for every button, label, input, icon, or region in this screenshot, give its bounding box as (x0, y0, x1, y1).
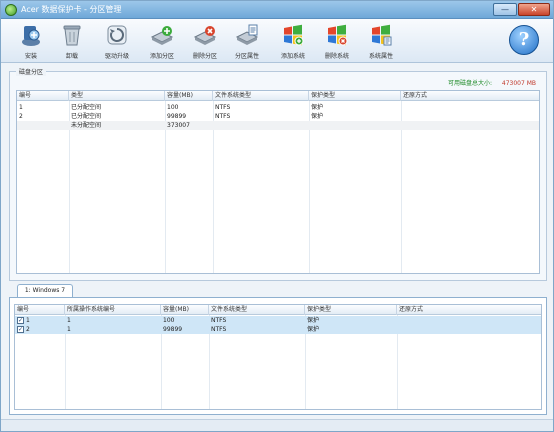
system-partition-table[interactable]: 编号 所属操作系统编号 容量(MB) 文件系统类型 保护类型 还原方式 ✓ 1 … (14, 304, 542, 410)
cell-filesystem: NTFS (215, 104, 231, 111)
column-header-capacity[interactable]: 容量(MB) (161, 305, 209, 315)
cell-type: 已分配空间 (71, 104, 102, 111)
cell-capacity: 100 (167, 104, 179, 111)
toolbar-label: 分区属性 (234, 53, 259, 60)
cell-number-value: 1 (26, 317, 30, 324)
cell-protection: 保护 (307, 317, 320, 324)
column-header-protection[interactable]: 保护类型 (305, 305, 397, 315)
add-partition-button[interactable]: 添加分区 (142, 21, 182, 61)
cell-restore (401, 112, 539, 121)
column-header-number[interactable]: 编号 (15, 305, 65, 315)
close-button[interactable]: ✕ (518, 3, 550, 16)
system-properties-icon (372, 24, 392, 46)
cell-capacity: 99899 (167, 113, 187, 120)
cell-type: 未分配空间 (71, 122, 102, 129)
partition-properties-icon (235, 24, 259, 45)
table-row[interactable]: ✓ 2 1 99899 NTFS 保护 (15, 325, 541, 334)
cell-capacity: 99899 (163, 326, 183, 333)
driver-upgrade-button[interactable]: 驱动升级 (97, 21, 137, 61)
delete-partition-button[interactable]: 删除分区 (185, 21, 225, 61)
delete-system-button[interactable]: 删除系统 (317, 21, 357, 61)
column-header-restore[interactable]: 还原方式 (401, 91, 539, 101)
cell-number: 1 (19, 104, 23, 111)
cell-restore (401, 103, 539, 112)
table-row[interactable]: 2 已分配空间 99899 NTFS 保护 (17, 112, 539, 121)
cell-number: ✓ 2 (15, 325, 65, 334)
system-tab-panel: 编号 所属操作系统编号 容量(MB) 文件系统类型 保护类型 还原方式 ✓ 1 … (9, 297, 547, 415)
cell-os-number: 1 (67, 317, 71, 324)
install-button[interactable]: 安装 (11, 21, 51, 61)
cell-restore (401, 121, 539, 130)
cell-protection: 保护 (311, 104, 324, 111)
cell-type: 已分配空间 (71, 113, 102, 120)
system-properties-button[interactable]: 系统属性 (361, 21, 401, 61)
disk-partition-group-label: 磁盘分区 (16, 67, 47, 76)
system-table-header: 编号 所属操作系统编号 容量(MB) 文件系统类型 保护类型 还原方式 (15, 305, 541, 315)
toolbar-label: 驱动升级 (104, 53, 129, 60)
add-partition-icon (150, 26, 174, 45)
toolbar-label: 安装 (24, 53, 37, 60)
column-header-restore[interactable]: 还原方式 (397, 305, 541, 315)
title-bar[interactable]: Acer 数据保护卡 - 分区管理 — ✕ (1, 1, 553, 19)
cell-filesystem (213, 121, 309, 130)
disk-partition-group: 磁盘分区 可用磁盘总大小: 473007 MB 编号 类型 容量(MB) 文件系… (9, 67, 547, 281)
cell-capacity: 373007 (167, 122, 190, 129)
cell-restore (397, 325, 541, 334)
available-disk-size: 可用磁盘总大小: 473007 MB (448, 78, 536, 87)
partition-table[interactable]: 编号 类型 容量(MB) 文件系统类型 保护类型 还原方式 1 已分配空间 10… (16, 90, 540, 274)
delete-system-icon (328, 24, 348, 46)
upgrade-icon (107, 25, 127, 45)
toolbar-label: 删除系统 (324, 53, 349, 60)
column-header-type[interactable]: 类型 (69, 91, 165, 101)
column-header-capacity[interactable]: 容量(MB) (165, 91, 213, 101)
toolbar-label: 添加分区 (149, 53, 174, 60)
toolbar-label: 添加系统 (280, 53, 305, 60)
toolbar-label: 删除分区 (192, 53, 217, 60)
install-icon (22, 26, 40, 46)
column-header-protection[interactable]: 保护类型 (309, 91, 401, 101)
help-button[interactable]: ? (509, 25, 539, 55)
cell-protection (309, 121, 401, 130)
column-header-filesystem[interactable]: 文件系统类型 (209, 305, 305, 315)
tab-windows-7[interactable]: 1: Windows 7 (17, 284, 73, 297)
cell-filesystem: NTFS (211, 326, 227, 333)
column-header-os-number[interactable]: 所属操作系统编号 (65, 305, 161, 315)
cell-number: ✓ 1 (15, 316, 65, 325)
add-system-button[interactable]: 添加系统 (273, 21, 313, 61)
cell-restore (397, 316, 541, 325)
cell-filesystem: NTFS (215, 113, 231, 120)
partition-table-header: 编号 类型 容量(MB) 文件系统类型 保护类型 还原方式 (17, 91, 539, 101)
cell-protection: 保护 (311, 113, 324, 120)
status-bar (1, 419, 553, 431)
toolbar-label: 系统属性 (368, 53, 393, 60)
uninstall-button[interactable]: 卸载 (52, 21, 92, 61)
table-row[interactable]: ✓ 1 1 100 NTFS 保护 (15, 316, 541, 325)
cell-capacity: 100 (163, 317, 175, 324)
delete-partition-icon (193, 26, 217, 45)
column-header-filesystem[interactable]: 文件系统类型 (213, 91, 309, 101)
app-logo-icon (5, 4, 17, 16)
available-disk-size-label: 可用磁盘总大小: (447, 80, 492, 87)
column-header-number[interactable]: 编号 (17, 91, 69, 101)
window-title: Acer 数据保护卡 - 分区管理 (21, 5, 122, 14)
row-checkbox[interactable]: ✓ (17, 317, 24, 324)
table-row[interactable]: 1 已分配空间 100 NTFS 保护 (17, 103, 539, 112)
partition-manager-window: Acer 数据保护卡 - 分区管理 — ✕ 安装 卸载 驱动升级 添加分区 删除… (0, 0, 554, 432)
uninstall-icon (63, 25, 81, 46)
toolbar: 安装 卸载 驱动升级 添加分区 删除分区 分区属性 添加系统 删除系统 系统属性… (1, 19, 553, 63)
partition-properties-button[interactable]: 分区属性 (227, 21, 267, 61)
add-system-icon (284, 24, 304, 46)
toolbar-label: 卸载 (65, 53, 78, 60)
row-checkbox[interactable]: ✓ (17, 326, 24, 333)
cell-os-number: 1 (67, 326, 71, 333)
cell-protection: 保护 (307, 326, 320, 333)
cell-number (17, 121, 69, 130)
table-row-unallocated[interactable]: 未分配空间 373007 (17, 121, 539, 130)
available-disk-size-value: 473007 MB (501, 80, 536, 87)
cell-filesystem: NTFS (211, 317, 227, 324)
cell-number-value: 2 (26, 326, 30, 333)
minimize-button[interactable]: — (493, 3, 517, 16)
cell-number: 2 (19, 113, 23, 120)
